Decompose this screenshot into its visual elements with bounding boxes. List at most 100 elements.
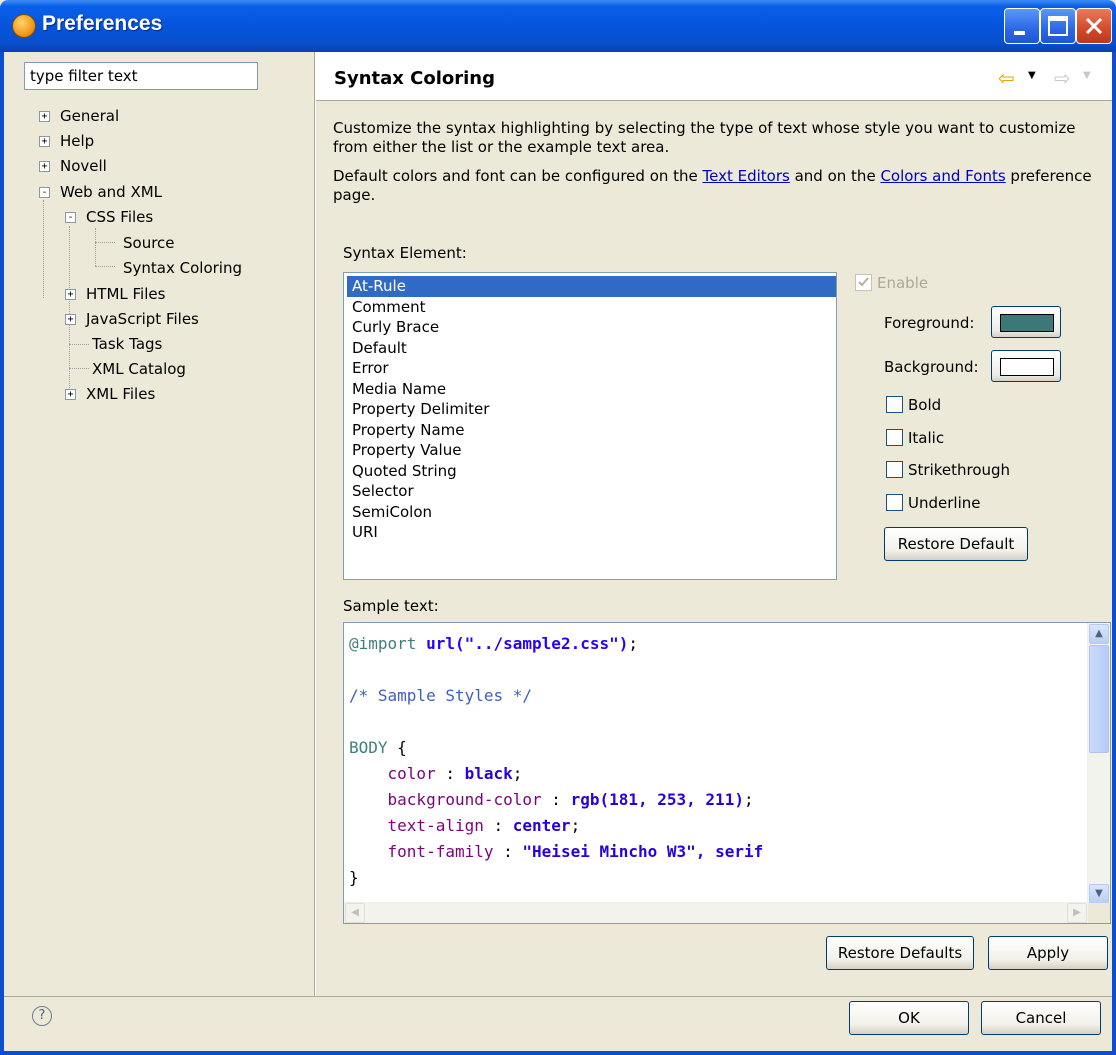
scroll-up-icon[interactable]: ▲ <box>1089 624 1109 644</box>
collapse-icon[interactable]: - <box>39 187 50 198</box>
scroll-right-icon: ▶ <box>1067 903 1087 923</box>
list-item[interactable]: Comment <box>347 297 836 318</box>
close-button[interactable] <box>1076 8 1112 44</box>
code-brace: { <box>387 738 407 757</box>
list-item[interactable]: Default <box>347 338 836 359</box>
window-frame-bottom <box>0 1051 1116 1055</box>
strikethrough-checkbox[interactable] <box>886 461 903 478</box>
code-brace: } <box>349 868 359 887</box>
expand-icon[interactable]: + <box>39 136 50 147</box>
bold-label: Bold <box>908 396 942 414</box>
enable-checkbox <box>855 274 872 291</box>
tree-item-label: General <box>60 107 120 125</box>
italic-checkbox[interactable] <box>886 429 903 446</box>
app-icon <box>12 14 36 38</box>
sample-text-label: Sample text: <box>343 597 439 615</box>
expand-icon[interactable]: + <box>39 111 50 122</box>
list-item[interactable]: SemiColon <box>347 502 836 523</box>
maximize-button[interactable] <box>1040 8 1076 44</box>
cancel-button[interactable]: Cancel <box>981 1001 1101 1035</box>
forward-dropdown-icon: ▼ <box>1083 70 1091 81</box>
description-text: and on the <box>789 167 881 185</box>
list-item[interactable]: URI <box>347 522 836 543</box>
scroll-thumb[interactable] <box>1089 645 1109 753</box>
tree-line <box>95 228 96 266</box>
apply-button[interactable]: Apply <box>988 936 1108 970</box>
expand-icon[interactable]: + <box>65 289 76 300</box>
tree-item-label: Task Tags <box>92 335 163 353</box>
code-property-name: color <box>387 764 436 783</box>
collapse-icon[interactable]: - <box>65 212 76 223</box>
minimize-icon <box>1014 31 1025 35</box>
check-icon <box>858 277 869 287</box>
expand-icon[interactable]: + <box>65 314 76 325</box>
tree-line <box>69 344 89 345</box>
code-at-rule: @import <box>349 634 417 653</box>
bold-checkbox[interactable] <box>886 396 903 413</box>
back-dropdown-icon[interactable]: ▼ <box>1028 70 1036 81</box>
filter-input[interactable]: type filter text <box>24 62 258 90</box>
footer-separator <box>4 996 1112 997</box>
description-text: Default colors and font can be configure… <box>333 167 703 185</box>
help-icon[interactable]: ? <box>32 1006 52 1026</box>
window-frame-left <box>0 52 4 1055</box>
tree-item-label: JavaScript Files <box>86 310 199 328</box>
code-property-value: rgb(181, 253, 211) <box>570 790 744 809</box>
tree-item-label: XML Catalog <box>92 360 186 378</box>
code-property-name: background-color <box>387 790 542 809</box>
syntax-element-list[interactable]: At-Rule Comment Curly Brace Default Erro… <box>343 272 837 580</box>
code-selector: BODY <box>349 738 388 757</box>
list-item[interactable]: Error <box>347 358 836 379</box>
page-header: Syntax Coloring ⇦ ▼ ⇨ ▼ <box>316 52 1112 101</box>
background-label: Background: <box>884 358 979 376</box>
minimize-button[interactable] <box>1004 8 1040 44</box>
scroll-down-icon[interactable]: ▼ <box>1089 884 1109 904</box>
tree-item-label: Source <box>123 234 175 252</box>
sample-code: @import url("../sample2.css"); /* Sample… <box>349 634 764 887</box>
sample-text-area[interactable]: @import url("../sample2.css"); /* Sample… <box>343 622 1111 924</box>
list-item[interactable]: Curly Brace <box>347 317 836 338</box>
tree-line <box>95 266 115 267</box>
ok-button[interactable]: OK <box>849 1001 969 1035</box>
underline-checkbox[interactable] <box>886 494 903 511</box>
restore-defaults-button[interactable]: Restore Defaults <box>826 936 974 970</box>
page-description: Customize the syntax highlighting by sel… <box>333 119 1076 156</box>
text-editors-link[interactable]: Text Editors <box>703 167 790 185</box>
list-item[interactable]: Property Delimiter <box>347 399 836 420</box>
list-item[interactable]: Property Value <box>347 440 836 461</box>
restore-default-button[interactable]: Restore Default <box>884 527 1028 561</box>
scroll-corner <box>1088 903 1110 923</box>
tree-line <box>69 368 89 369</box>
foreground-label: Foreground: <box>884 314 975 332</box>
list-item[interactable]: At-Rule <box>347 276 836 297</box>
code-property-name: font-family <box>387 842 494 861</box>
vertical-scrollbar[interactable]: ▲ ▼ <box>1087 623 1110 905</box>
code-semicolon: ; <box>628 634 639 653</box>
underline-label: Underline <box>908 494 981 512</box>
expand-icon[interactable]: + <box>39 161 50 172</box>
forward-arrow-icon: ⇨ <box>1054 66 1071 90</box>
title-bar: Preferences <box>0 0 1116 52</box>
page-description-defaults: Default colors and font can be configure… <box>333 167 1103 205</box>
foreground-color-swatch <box>1000 314 1054 332</box>
scroll-left-icon: ◀ <box>345 903 365 923</box>
horizontal-scrollbar[interactable]: ◀ ▶ <box>344 902 1088 923</box>
tree-item-label: Help <box>60 132 95 150</box>
list-item[interactable]: Property Name <box>347 420 836 441</box>
code-comment: /* Sample Styles */ <box>349 686 533 705</box>
panel-divider[interactable] <box>314 52 316 997</box>
list-item[interactable]: Quoted String <box>347 461 836 482</box>
back-arrow-icon[interactable]: ⇦ <box>998 66 1015 90</box>
list-item[interactable]: Selector <box>347 481 836 502</box>
colors-and-fonts-link[interactable]: Colors and Fonts <box>880 167 1005 185</box>
background-color-button[interactable] <box>991 350 1061 382</box>
italic-label: Italic <box>908 429 945 447</box>
maximize-icon <box>1048 16 1068 36</box>
foreground-color-button[interactable] <box>991 306 1061 338</box>
close-icon <box>1085 17 1103 35</box>
expand-icon[interactable]: + <box>65 389 76 400</box>
tree-item-label: Syntax Coloring <box>121 256 244 280</box>
background-color-swatch <box>1000 358 1054 376</box>
code-uri: url("../sample2.css") <box>426 634 629 653</box>
list-item[interactable]: Media Name <box>347 379 836 400</box>
